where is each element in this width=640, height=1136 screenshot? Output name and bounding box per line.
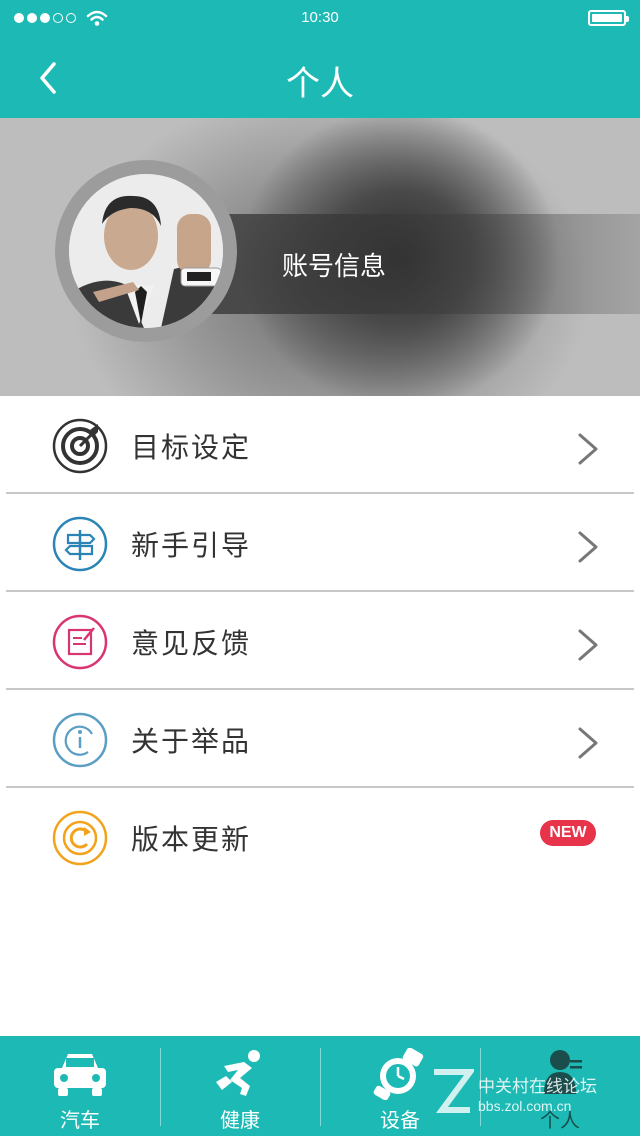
- watermark-text: 中关村在线论坛: [478, 1077, 597, 1097]
- target-icon: [52, 418, 108, 474]
- settings-menu: 目标设定 新手引导 意见反馈 关于举品 版本更新 NEW: [0, 396, 640, 884]
- menu-label: 版本更新: [131, 823, 252, 856]
- running-icon: [216, 1050, 260, 1096]
- tab-health[interactable]: 健康: [160, 1036, 320, 1136]
- nav-bar: 个人: [0, 36, 640, 118]
- avatar-ring: [55, 160, 237, 342]
- menu-label: 目标设定: [131, 431, 252, 464]
- watermark-logo: [434, 1069, 474, 1113]
- menu-item-version-update[interactable]: 版本更新 NEW: [6, 788, 634, 884]
- new-badge: NEW: [540, 820, 596, 846]
- tab-label: 汽车: [60, 1108, 100, 1132]
- menu-label: 意见反馈: [131, 627, 252, 660]
- watch-icon: [373, 1048, 424, 1100]
- page-title: 个人: [286, 64, 354, 104]
- info-icon: [52, 712, 108, 768]
- menu-label: 关于举品: [131, 725, 252, 758]
- chevron-right-icon: [578, 433, 598, 465]
- profile-header[interactable]: 账号信息: [0, 118, 640, 396]
- tab-label: 健康: [220, 1108, 260, 1132]
- car-icon: [54, 1054, 106, 1096]
- tab-bar: 汽车 健康 设备 个人 中关村在线论坛 bbs.zol.com.cn: [0, 1036, 640, 1136]
- status-bar: 10:30: [0, 0, 640, 36]
- status-time: 10:30: [301, 9, 339, 26]
- account-info-label[interactable]: 账号信息: [282, 246, 386, 283]
- menu-item-beginner-guide[interactable]: 新手引导: [6, 494, 634, 592]
- watermark: 中关村在线论坛 bbs.zol.com.cn: [430, 1066, 640, 1126]
- avatar-photo: [69, 174, 223, 328]
- chevron-right-icon: [578, 531, 598, 563]
- battery-icon: [588, 10, 629, 26]
- menu-item-goal-setting[interactable]: 目标设定: [6, 396, 634, 494]
- avatar[interactable]: [69, 174, 223, 328]
- chevron-right-icon: [578, 629, 598, 661]
- menu-label: 新手引导: [131, 529, 252, 562]
- signpost-icon: [52, 516, 108, 572]
- watermark-url: bbs.zol.com.cn: [478, 1098, 572, 1114]
- menu-item-feedback[interactable]: 意见反馈: [6, 592, 634, 690]
- chevron-right-icon: [578, 727, 598, 759]
- update-icon: [52, 810, 108, 866]
- feedback-edit-icon: [52, 614, 108, 670]
- menu-item-about[interactable]: 关于举品: [6, 690, 634, 788]
- tab-car[interactable]: 汽车: [0, 1036, 160, 1136]
